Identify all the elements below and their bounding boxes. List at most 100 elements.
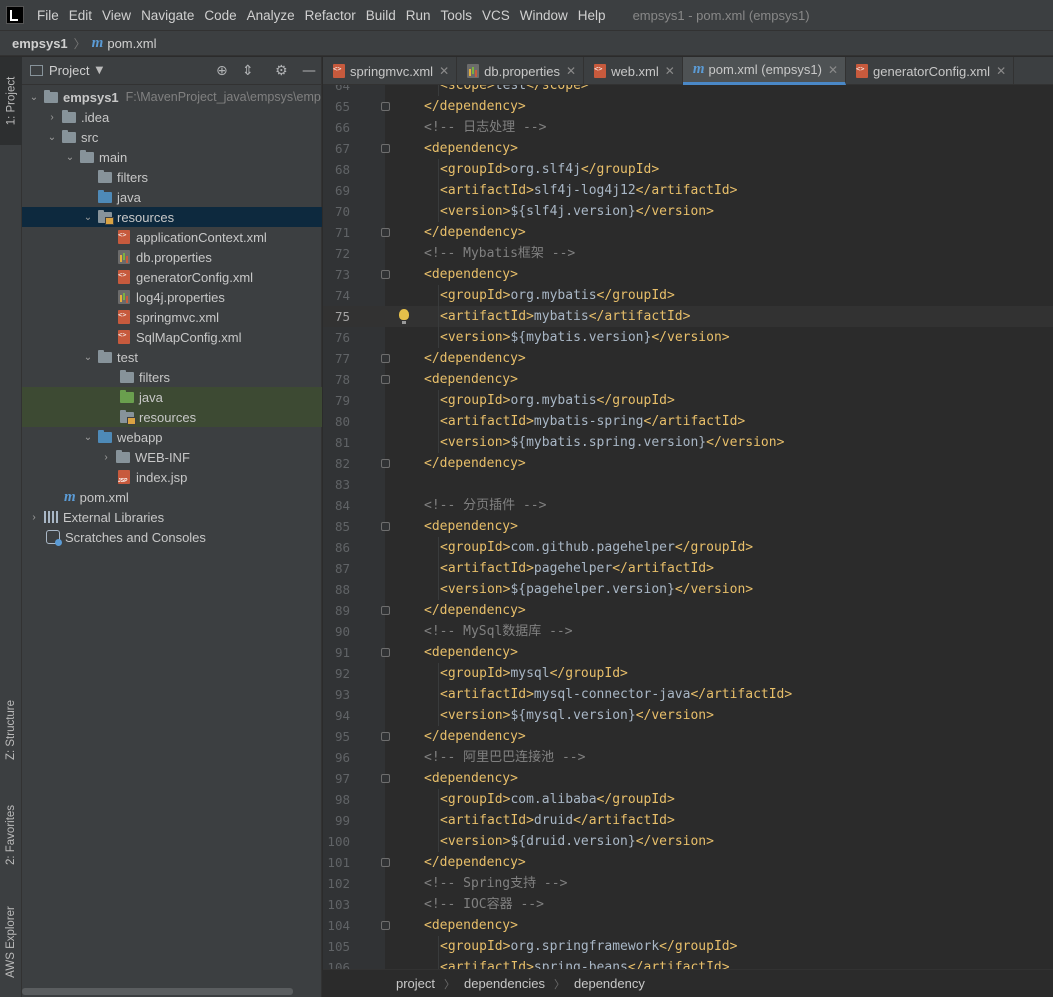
code-line[interactable]: 78 <dependency> xyxy=(323,369,1053,390)
fold-marker-icon[interactable] xyxy=(381,648,390,657)
code-line[interactable]: 97 <dependency> xyxy=(323,768,1053,789)
menu-window[interactable]: Window xyxy=(515,8,573,23)
code-line[interactable]: 95 </dependency> xyxy=(323,726,1053,747)
code-line[interactable]: 83 xyxy=(323,474,1053,495)
code-line[interactable]: 73 <dependency> xyxy=(323,264,1053,285)
tree-item-idea[interactable]: › .idea xyxy=(22,107,322,127)
code-line[interactable]: 67 <dependency> xyxy=(323,138,1053,159)
menu-file[interactable]: File xyxy=(32,8,64,23)
fold-marker-icon[interactable] xyxy=(381,228,390,237)
intellij-logo-icon[interactable] xyxy=(6,6,24,24)
code-editor[interactable]: 64 <scope>test</scope> 65 </dependency> 66 <!… xyxy=(323,85,1053,969)
menu-code[interactable]: Code xyxy=(199,8,241,23)
fold-marker-icon[interactable] xyxy=(381,270,390,279)
tree-item-test-filters[interactable]: filters xyxy=(22,367,322,387)
nav-project[interactable]: empsys1 xyxy=(12,36,68,51)
tool-tab-favorites[interactable]: 2: Favorites xyxy=(0,787,22,882)
menu-analyze[interactable]: Analyze xyxy=(242,8,300,23)
code-line[interactable]: 101 </dependency> xyxy=(323,852,1053,873)
nav-file[interactable]: pom.xml xyxy=(107,36,156,51)
code-line[interactable]: 102 <!-- Spring支持 --> xyxy=(323,873,1053,894)
tree-item-test[interactable]: ⌄ test xyxy=(22,347,322,367)
tree-item-db-properties[interactable]: db.properties xyxy=(22,247,322,267)
tool-tab-aws-explorer[interactable]: AWS Explorer xyxy=(0,892,22,992)
close-icon[interactable]: ✕ xyxy=(996,64,1006,78)
chevron-down-icon[interactable]: ⌄ xyxy=(82,352,94,363)
menu-view[interactable]: View xyxy=(97,8,136,23)
tab-springmvc-xml[interactable]: springmvc.xml ✕ xyxy=(323,57,458,85)
code-line[interactable]: 98 <groupId>com.alibaba</groupId> xyxy=(323,789,1053,810)
menu-build[interactable]: Build xyxy=(361,8,401,23)
menu-vcs[interactable]: VCS xyxy=(477,8,515,23)
code-line[interactable]: 81 <version>${mybatis.spring.version}</ve… xyxy=(323,432,1053,453)
chevron-down-icon[interactable]: ⌄ xyxy=(82,432,94,443)
tree-item-index-jsp[interactable]: index.jsp xyxy=(22,467,322,487)
chevron-right-icon[interactable]: › xyxy=(28,512,40,523)
menu-navigate[interactable]: Navigate xyxy=(136,8,199,23)
code-line[interactable]: 88 <version>${pagehelper.version}</versio… xyxy=(323,579,1053,600)
code-line[interactable]: 90 <!-- MySql数据库 --> xyxy=(323,621,1053,642)
code-line[interactable]: 96 <!-- 阿里巴巴连接池 --> xyxy=(323,747,1053,768)
close-icon[interactable]: ✕ xyxy=(828,63,838,77)
code-line[interactable]: 68 <groupId>org.slf4j</groupId> xyxy=(323,159,1053,180)
code-line[interactable]: 75 <artifactId>mybatis</artifactId> xyxy=(323,306,1053,327)
lightbulb-icon[interactable] xyxy=(399,309,409,324)
chevron-right-icon[interactable]: › xyxy=(46,112,58,123)
fold-marker-icon[interactable] xyxy=(381,354,390,363)
project-view-selector[interactable]: Project xyxy=(49,63,89,78)
tree-item-external-libraries[interactable]: › External Libraries xyxy=(22,507,322,527)
chevron-down-icon[interactable]: ⌄ xyxy=(46,132,58,143)
fold-marker-icon[interactable] xyxy=(381,522,390,531)
code-line[interactable]: 80 <artifactId>mybatis-spring</artifactId… xyxy=(323,411,1053,432)
fold-marker-icon[interactable] xyxy=(381,375,390,384)
minimize-icon[interactable]: — xyxy=(302,63,316,79)
code-line[interactable]: 66 <!-- 日志处理 --> xyxy=(323,117,1053,138)
fold-marker-icon[interactable] xyxy=(381,459,390,468)
tab-pom-xml[interactable]: m pom.xml (empsys1) ✕ xyxy=(682,57,846,85)
tree-item-webapp[interactable]: ⌄ webapp xyxy=(22,427,322,447)
close-icon[interactable]: ✕ xyxy=(665,64,675,78)
code-line[interactable]: 106 <artifactId>spring-beans</artifactId> xyxy=(323,957,1053,969)
tree-item-test-resources[interactable]: resources xyxy=(22,407,322,427)
tab-generatorconfig-xml[interactable]: generatorConfig.xml ✕ xyxy=(846,57,1015,85)
tree-item-sqlmapconfig-xml[interactable]: SqlMapConfig.xml xyxy=(22,327,322,347)
menu-edit[interactable]: Edit xyxy=(64,8,97,23)
collapse-all-icon[interactable]: ⇕ xyxy=(242,63,254,79)
close-icon[interactable]: ✕ xyxy=(566,64,576,78)
code-line[interactable]: 103 <!-- IOC容器 --> xyxy=(323,894,1053,915)
tree-item-java[interactable]: java xyxy=(22,187,322,207)
code-line[interactable]: 89 </dependency> xyxy=(323,600,1053,621)
tree-item-main[interactable]: ⌄ main xyxy=(22,147,322,167)
code-line[interactable]: 104 <dependency> xyxy=(323,915,1053,936)
chevron-down-icon[interactable]: ⌄ xyxy=(28,92,40,103)
close-icon[interactable]: ✕ xyxy=(439,64,449,78)
code-line[interactable]: 65 </dependency> xyxy=(323,96,1053,117)
tree-item-test-java[interactable]: java xyxy=(22,387,322,407)
code-line[interactable]: 69 <artifactId>slf4j-log4j12</artifactId> xyxy=(323,180,1053,201)
tree-item-web-inf[interactable]: › WEB-INF xyxy=(22,447,322,467)
fold-marker-icon[interactable] xyxy=(381,606,390,615)
code-line[interactable]: 77 </dependency> xyxy=(323,348,1053,369)
code-line[interactable]: 84 <!-- 分页插件 --> xyxy=(323,495,1053,516)
tree-item-pom-xml[interactable]: m pom.xml xyxy=(22,487,322,507)
breadcrumb-project[interactable]: project xyxy=(396,976,435,991)
locate-icon[interactable]: ⊕ xyxy=(216,63,228,79)
tree-item-log4j-properties[interactable]: log4j.properties xyxy=(22,287,322,307)
menu-refactor[interactable]: Refactor xyxy=(300,8,361,23)
chevron-down-icon[interactable]: ⌄ xyxy=(64,152,76,163)
code-line[interactable]: 64 <scope>test</scope> xyxy=(323,85,1053,96)
fold-marker-icon[interactable] xyxy=(381,144,390,153)
tool-tab-project[interactable]: 1: Project xyxy=(0,57,22,145)
breadcrumb-dependency[interactable]: dependency xyxy=(574,976,645,991)
code-line[interactable]: 100 <version>${druid.version}</version> xyxy=(323,831,1053,852)
code-line[interactable]: 92 <groupId>mysql</groupId> xyxy=(323,663,1053,684)
code-line[interactable]: 74 <groupId>org.mybatis</groupId> xyxy=(323,285,1053,306)
code-line[interactable]: 86 <groupId>com.github.pagehelper</groupI… xyxy=(323,537,1053,558)
code-line[interactable]: 76 <version>${mybatis.version}</version> xyxy=(323,327,1053,348)
code-line[interactable]: 105 <groupId>org.springframework</groupId… xyxy=(323,936,1053,957)
code-line[interactable]: 94 <version>${mysql.version}</version> xyxy=(323,705,1053,726)
code-line[interactable]: 99 <artifactId>druid</artifactId> xyxy=(323,810,1053,831)
fold-marker-icon[interactable] xyxy=(381,774,390,783)
fold-marker-icon[interactable] xyxy=(381,921,390,930)
chevron-down-icon[interactable]: ▼ xyxy=(95,65,103,76)
